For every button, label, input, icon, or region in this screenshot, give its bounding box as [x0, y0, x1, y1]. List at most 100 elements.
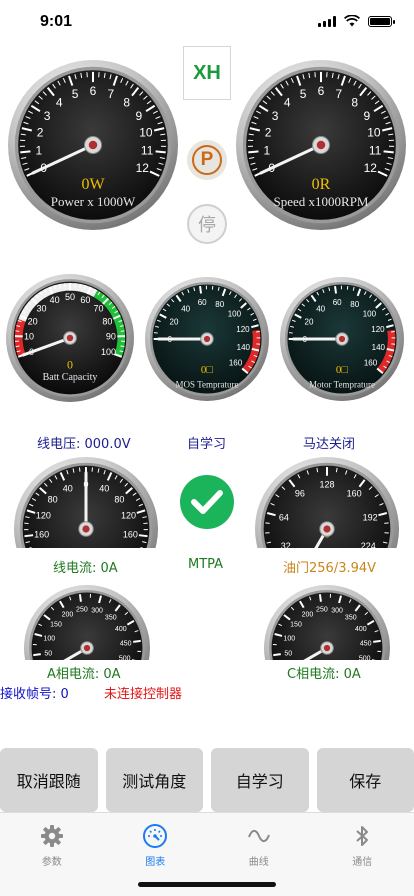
gauge-tick-label: 10 [367, 126, 381, 140]
gauge-major-tick [334, 286, 338, 294]
gauge-tick-label: 9 [136, 109, 143, 123]
gauge-tick-label: 224 [361, 541, 376, 548]
gauge-tick-label: 12 [136, 161, 150, 175]
gauge-tick-label: 80 [114, 494, 124, 504]
gauge-tick-label: 9 [364, 109, 371, 123]
gauge-tick-label: 250 [76, 607, 88, 614]
battery-icon [368, 15, 395, 27]
gauge-tick-label: 200 [302, 612, 314, 619]
gauge-tick-label: 50 [65, 292, 75, 302]
gauge-tick-label: 500 [119, 656, 131, 660]
gauge-tick-label: 40 [181, 304, 190, 313]
bus-voltage-label: 线电压: 000.0V [37, 437, 131, 452]
motor-temperature-gauge: 0204060801001201401600□Motor Temprature [280, 277, 404, 401]
tab-params[interactable]: 参数 [0, 813, 104, 896]
gauge-tick-label: 450 [120, 640, 132, 647]
gauge-major-tick [383, 150, 394, 154]
gauge-tick-label: 150 [50, 622, 62, 629]
gauge-tick-label: 160 [364, 359, 378, 368]
gauge-major-tick [138, 534, 148, 538]
stop-icon[interactable]: 停 [187, 204, 227, 244]
connection-status: 未连接控制器 [104, 687, 183, 702]
gauge-value: 0W [81, 176, 105, 193]
gauge-tick-label: 50 [284, 651, 292, 658]
gauge-tick-label: 40 [316, 304, 325, 313]
gauge-tick-label: 20 [170, 318, 179, 327]
brand-badge: XH [183, 46, 231, 100]
gauge-minor-tick [335, 467, 338, 473]
gear-icon [39, 823, 65, 849]
gauge-caption: Motor Temprature [309, 379, 375, 389]
gauge-minor-tick [120, 330, 125, 332]
gauge-tick-label: 350 [105, 614, 117, 621]
gauge-tick-label: 8 [123, 96, 130, 110]
gauge-tick-label: 3 [272, 109, 279, 123]
gauge-tick-label: 8 [351, 96, 358, 110]
gauge-tick-label: 80 [350, 300, 359, 309]
gauge-minor-tick [391, 330, 395, 333]
gauge-tick-label: 150 [290, 622, 302, 629]
gauge-minor-tick [316, 467, 319, 473]
status-bar: 9:01 [0, 0, 414, 44]
gauge-hub-center [203, 335, 211, 343]
gauge-hub-center [83, 644, 91, 652]
tab-params-label: 参数 [41, 857, 62, 868]
gauge-hub-center [338, 335, 346, 343]
gauge-tick-label: 60 [333, 298, 342, 307]
self-learn-button[interactable]: 自学习 [211, 748, 309, 812]
cancel-follow-button[interactable]: 取消跟随 [0, 748, 98, 812]
gauge-tick-label: 160 [229, 359, 243, 368]
gauge-tick-label: 3 [44, 109, 51, 123]
gauge-tick-label: 30 [37, 304, 47, 314]
gauge-tick-label: 250 [316, 607, 328, 614]
check-icon [180, 475, 234, 529]
gauge-tick-label: 2 [37, 126, 44, 140]
gauge-tick-label: 4 [56, 96, 63, 110]
bluetooth-icon [349, 823, 375, 849]
status-time: 9:01 [40, 13, 73, 30]
gauge-tick-label: 200 [40, 547, 55, 548]
gauge-value: 0R [312, 176, 331, 193]
gauge-tick-label: 7 [336, 87, 343, 101]
gauge-tick-label: 160 [34, 529, 49, 539]
gauge-tick-label: 10 [24, 332, 34, 342]
gauge-hub-center [323, 525, 331, 533]
line-current-label: 线电流: 0A [53, 561, 118, 576]
home-indicator [138, 882, 276, 887]
line-current-gauge: 240200160120804004080120160200240 [14, 457, 158, 548]
tab-charts-label: 图表 [145, 857, 166, 868]
gauge-major-tick [133, 639, 141, 643]
tab-curves-label: 曲线 [248, 857, 269, 868]
gauge-tick-label: 120 [371, 325, 385, 334]
power-gauge: 01234567891011120WPower x 1000W [8, 60, 178, 230]
gauge-tick-label: 160 [347, 489, 362, 499]
gauge-tick-label: 350 [345, 614, 357, 621]
gauge-major-tick [373, 639, 381, 643]
gauge-tick-label: 10 [139, 126, 153, 140]
phase-a-current-label: A相电流: 0A [47, 667, 121, 682]
action-button-row: 取消跟随 测试角度 自学习 保存 [0, 748, 414, 812]
park-icon[interactable]: P [187, 140, 227, 180]
gauge-minor-tick [120, 345, 125, 348]
gauge-tick-label: 5 [72, 87, 79, 101]
gauge-tick-label: 7 [108, 87, 115, 101]
throttle-label: 油门256/3.94V [283, 561, 377, 576]
tab-comm[interactable]: 通信 [311, 813, 414, 896]
gauge-major-tick [273, 653, 281, 657]
gauge-tick-label: 100 [283, 635, 295, 642]
gauge-tick-label: 120 [36, 511, 51, 521]
gauge-tick-label: 96 [295, 489, 305, 499]
save-button[interactable]: 保存 [316, 748, 414, 812]
gauge-hub-center [88, 140, 98, 150]
gauge-tick-label: 120 [121, 511, 136, 521]
test-angle-button[interactable]: 测试角度 [105, 748, 203, 812]
status-icons [318, 15, 395, 27]
gauge-major-tick [78, 594, 82, 602]
gauge-tick-label: 32 [281, 541, 291, 548]
gauge-hub-center [82, 525, 90, 533]
frame-count-label: 接收帧号: 0 [0, 687, 69, 702]
gauge-tick-label: 60 [198, 298, 207, 307]
speed-gauge: 01234567891011120RSpeed x1000RPM [236, 60, 406, 230]
gauge-tick-label: 40 [63, 483, 73, 493]
gauge-caption: MOS Temprature [176, 379, 239, 389]
